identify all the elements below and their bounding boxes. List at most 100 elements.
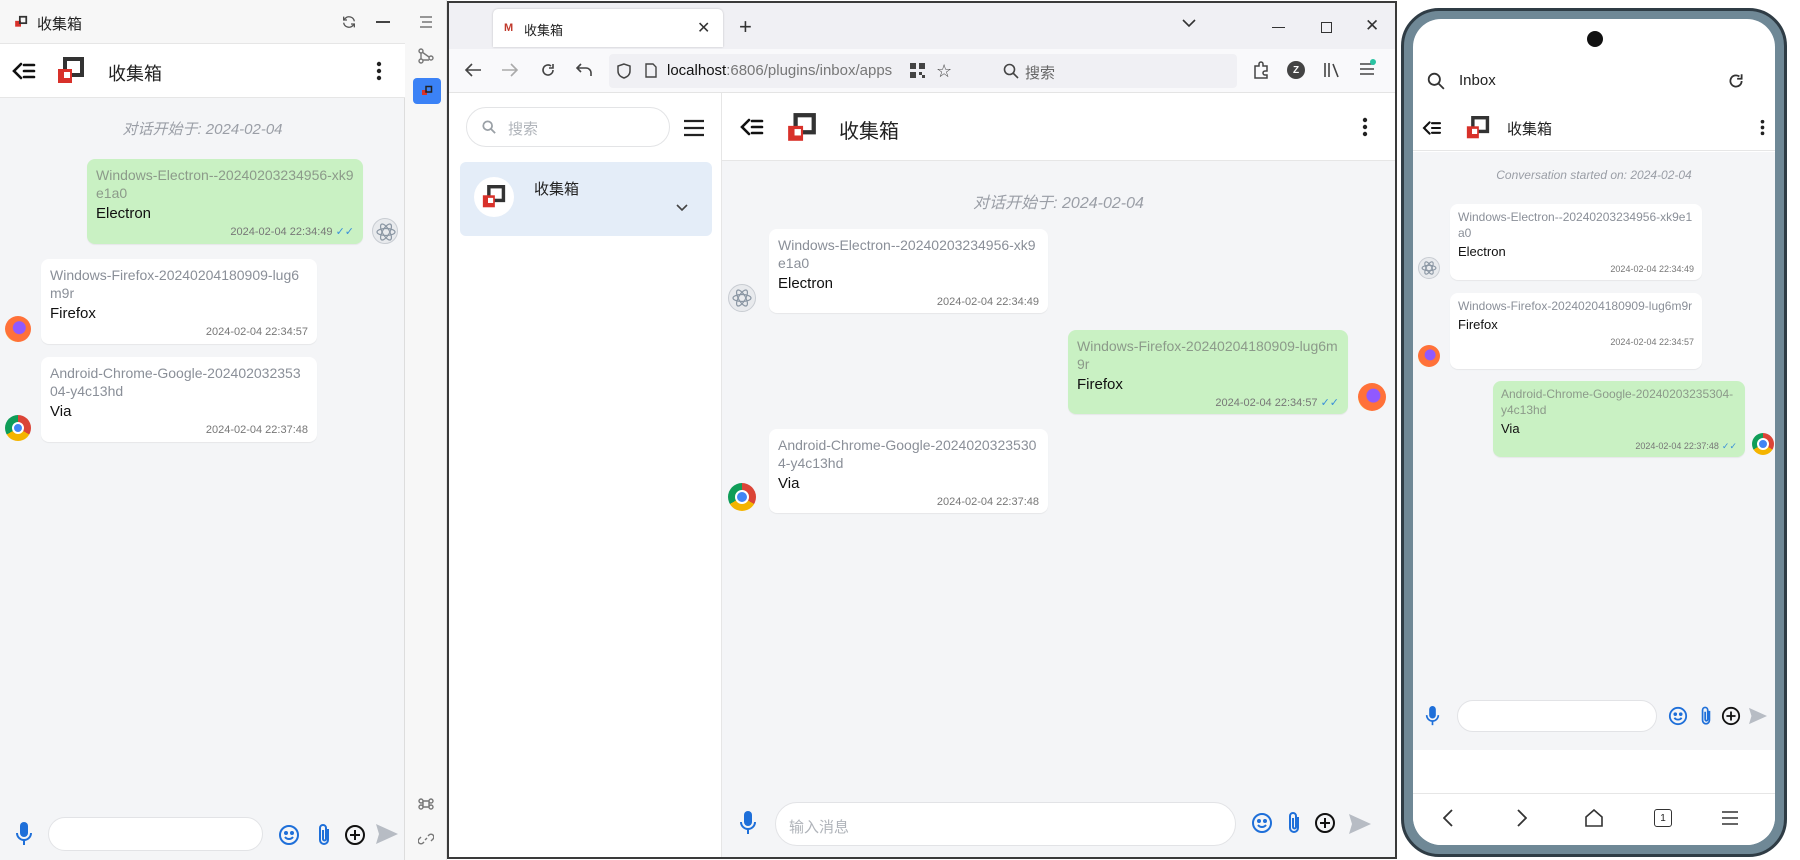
more-options-icon[interactable] <box>1362 117 1368 137</box>
conversation-start-label: Conversation started on: 2024-02-04 <box>1496 168 1692 182</box>
extensions-icon[interactable] <box>1253 61 1269 79</box>
bookmark-star-icon[interactable]: ☆ <box>936 61 952 82</box>
reload-icon[interactable] <box>540 62 556 78</box>
message-bubble: Windows-Firefox-20240204180909-lug6m9r F… <box>1068 330 1348 414</box>
send-icon[interactable] <box>374 822 400 846</box>
chevron-down-icon[interactable] <box>676 204 688 212</box>
message-time: 2024-02-04 22:34:49 ✓✓ <box>230 226 354 238</box>
forward-icon[interactable] <box>501 62 519 78</box>
message-text: Via <box>50 403 72 420</box>
header-title: 收集箱 <box>839 121 899 143</box>
message-time: 2024-02-04 22:34:57 <box>205 326 308 338</box>
send-icon[interactable] <box>1748 707 1768 725</box>
new-tab-icon[interactable]: + <box>739 14 752 40</box>
shield-icon[interactable] <box>617 63 631 79</box>
nav-bar: localhost:6806/plugins/inbox/apps ☆ 搜索 Z <box>449 49 1395 93</box>
tab-favicon-icon: M <box>504 22 514 34</box>
sidebar-item-inbox[interactable]: 收集箱 <box>460 162 712 236</box>
message-bubble: Android-Chrome-Google-20240203235304-y4c… <box>1493 381 1745 457</box>
camera-icon <box>1587 31 1603 47</box>
add-icon[interactable] <box>1314 812 1336 834</box>
maximize-button[interactable] <box>1321 22 1332 33</box>
send-icon[interactable] <box>1348 813 1372 835</box>
tab-strip: M 收集箱 ✕ + ✕ <box>449 3 1395 49</box>
back-menu-icon[interactable] <box>12 60 36 82</box>
conversation-start-label: 对话开始于: 2024-02-04 <box>122 121 283 138</box>
attachment-icon[interactable] <box>1700 705 1712 727</box>
close-window-button[interactable]: ✕ <box>1365 16 1379 36</box>
graph-icon[interactable] <box>418 48 434 64</box>
message-input[interactable] <box>48 817 263 851</box>
tab-title: 收集箱 <box>524 23 564 38</box>
minimize-button[interactable] <box>1272 27 1285 28</box>
back-icon[interactable] <box>464 62 482 78</box>
inbox-logo-icon <box>56 57 86 85</box>
message-source: Windows-Firefox-20240204180909-lug6m9r <box>50 267 300 301</box>
browser-chat: 收集箱 对话开始于: 2024-02-04 Windows-Electron--… <box>722 93 1395 857</box>
nav-back-icon[interactable] <box>1443 809 1453 827</box>
library-icon[interactable] <box>1323 61 1341 79</box>
message-text: Firefox <box>1458 317 1498 332</box>
undo-icon[interactable] <box>576 62 592 78</box>
browser-tab[interactable]: M 收集箱 ✕ <box>493 9 723 47</box>
attachment-icon[interactable] <box>1287 811 1301 835</box>
phone-search-text[interactable]: Inbox <box>1459 72 1496 89</box>
minimize-button[interactable] <box>376 21 390 23</box>
emoji-icon[interactable] <box>1668 706 1688 726</box>
chrome-avatar-icon <box>5 415 31 441</box>
link-icon[interactable] <box>418 831 434 847</box>
message-bubble: Android-Chrome-Google-20240203235304-y4c… <box>769 429 1048 513</box>
message-input[interactable] <box>1457 700 1657 732</box>
sidebar-menu-icon[interactable] <box>683 119 705 137</box>
tab-close-icon[interactable]: ✕ <box>697 18 710 38</box>
emoji-icon[interactable] <box>1251 812 1273 834</box>
message-source: Android-Chrome-Google-20240203235304-y4c… <box>1501 387 1734 417</box>
search-bar[interactable]: 搜索 <box>993 54 1237 88</box>
sidebar-search-input[interactable]: 搜索 <box>466 107 670 147</box>
more-options-icon[interactable] <box>376 61 382 81</box>
sync-icon[interactable] <box>340 13 358 31</box>
electron-avatar-icon <box>372 218 398 244</box>
inbox-dock-icon[interactable] <box>413 78 441 104</box>
nav-home-icon[interactable] <box>1584 809 1604 827</box>
search-icon <box>1003 63 1019 79</box>
microphone-icon[interactable] <box>12 820 36 848</box>
read-check-icon: ✓✓ <box>1721 441 1737 451</box>
emoji-icon[interactable] <box>277 823 301 847</box>
command-icon[interactable] <box>418 796 434 812</box>
nav-tabs-icon[interactable]: 1 <box>1654 809 1672 827</box>
chrome-avatar-icon <box>1752 433 1774 455</box>
app-menu-icon[interactable] <box>1359 59 1376 76</box>
search-icon[interactable] <box>1427 72 1445 90</box>
refresh-icon[interactable] <box>1727 72 1745 90</box>
electron-avatar-icon <box>728 284 756 312</box>
left-chat-header: 收集箱 <box>0 44 405 98</box>
back-menu-icon[interactable] <box>740 117 764 137</box>
phone-frame: Inbox 收集箱 Conversation started on: 2024-… <box>1400 0 1800 860</box>
message-text: Via <box>778 475 800 492</box>
attachment-icon[interactable] <box>315 822 333 848</box>
phone-screen: Inbox 收集箱 Conversation started on: 2024-… <box>1413 19 1775 845</box>
more-options-icon[interactable] <box>1760 119 1765 136</box>
add-icon[interactable] <box>343 823 367 847</box>
back-menu-icon[interactable] <box>1422 120 1442 136</box>
message-input[interactable]: 输入消息 <box>775 802 1236 846</box>
message-bubble: Windows-Firefox-20240204180909-lug6m9r F… <box>41 259 317 344</box>
url-text: localhost:6806/plugins/inbox/apps <box>667 62 893 79</box>
phone-chat-area: Conversation started on: 2024-02-04 Wind… <box>1413 152 1775 750</box>
header-title: 收集箱 <box>108 64 162 84</box>
message-time: 2024-02-04 22:37:48 <box>936 496 1039 508</box>
message-time: 2024-02-04 22:34:49 <box>1610 264 1694 274</box>
message-time: 2024-02-04 22:37:48 <box>205 424 308 436</box>
qr-code-icon[interactable] <box>910 63 925 78</box>
nav-menu-icon[interactable] <box>1721 810 1739 826</box>
nav-forward-icon[interactable] <box>1517 809 1527 827</box>
message-source: Android-Chrome-Google-20240203235304-y4c… <box>50 365 301 399</box>
add-icon[interactable] <box>1721 706 1741 726</box>
microphone-icon[interactable] <box>1425 705 1440 727</box>
microphone-icon[interactable] <box>739 810 757 836</box>
zotero-icon[interactable]: Z <box>1287 61 1305 79</box>
tab-list-icon[interactable] <box>1182 18 1196 28</box>
message-bubble: Windows-Firefox-20240204180909-lug6m9r F… <box>1450 293 1702 369</box>
outline-icon[interactable] <box>418 14 434 30</box>
